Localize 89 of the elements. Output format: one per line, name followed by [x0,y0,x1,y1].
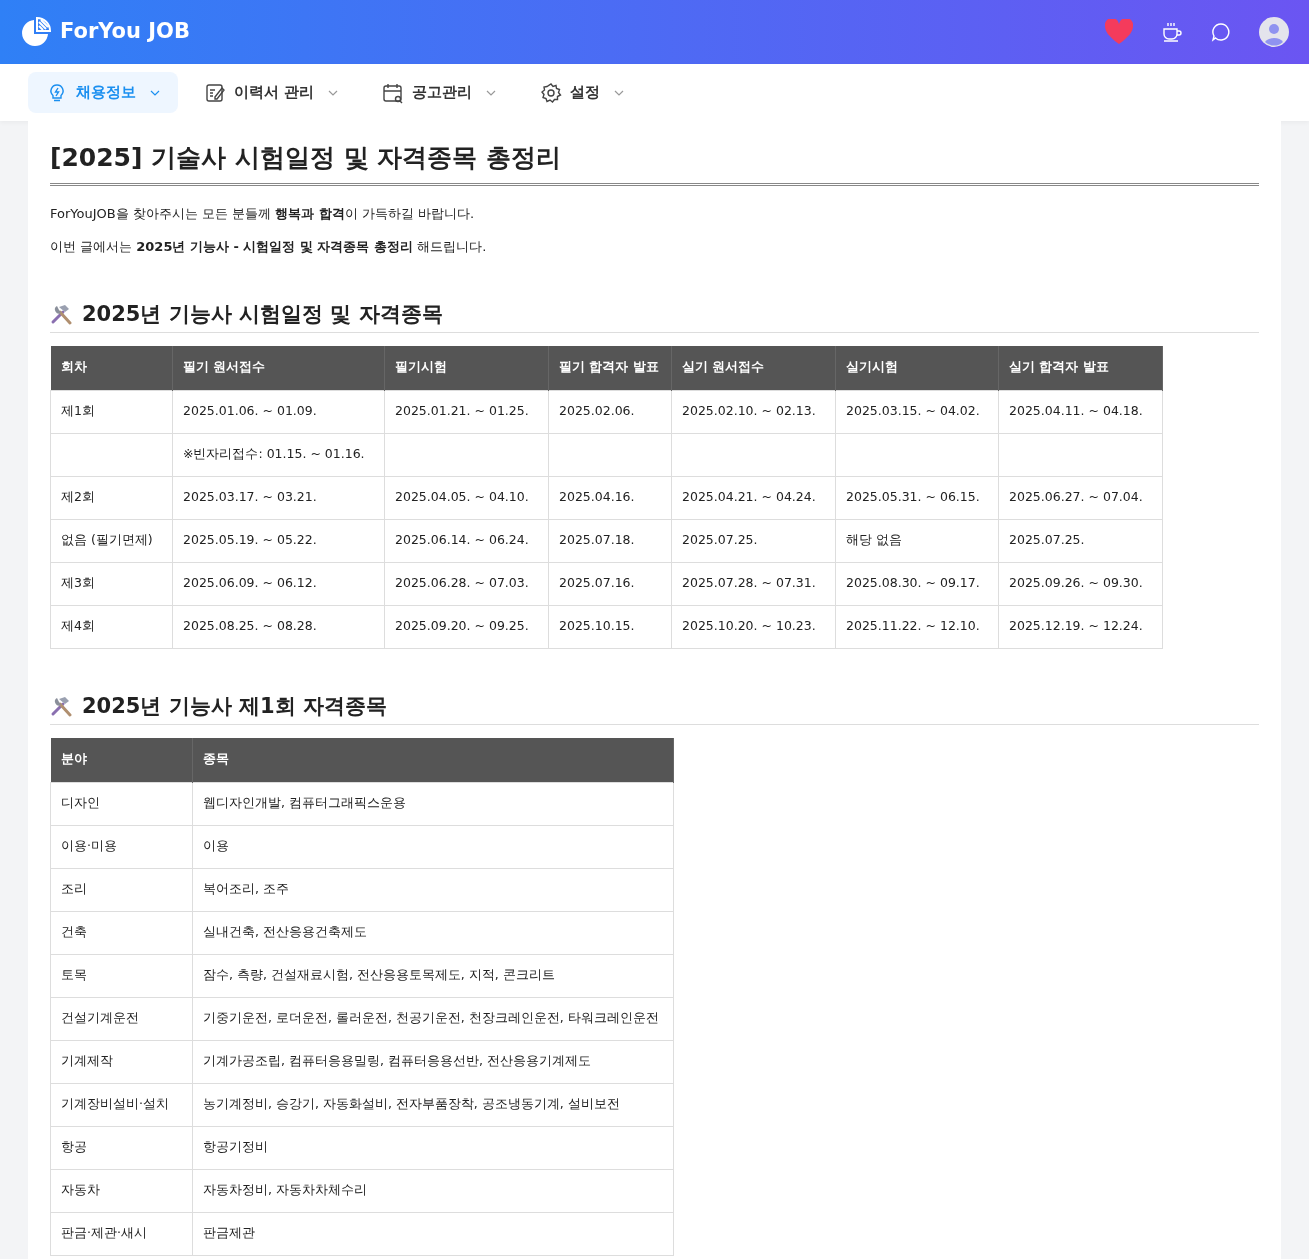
table-cell: 해당 없음 [835,519,999,562]
column-header: 실기시험 [835,346,999,390]
table-cell: 이용 [192,825,674,868]
table-cell: 2025.06.27. ~ 07.04. [998,476,1163,519]
table-cell: 2025.08.30. ~ 09.17. [835,562,999,605]
table-cell: ※빈자리접수: 01.15. ~ 01.16. [172,433,385,476]
settings-icon [540,81,563,104]
table-cell: 자동차정비, 자동차차체수리 [192,1169,674,1212]
caret-icon [328,89,339,96]
table-cell: 2025.04.11. ~ 04.18. [998,390,1163,433]
table-cell: 2025.09.26. ~ 09.30. [998,562,1163,605]
tools-icon [50,695,74,718]
table-cell: 기계제작 [50,1040,193,1083]
table-cell: 2025.09.20. ~ 09.25. [384,605,549,648]
table-cell: 자동차 [50,1169,193,1212]
table-cell: 2025.07.25. [671,519,836,562]
table-cell: 조리 [50,868,193,911]
column-header: 회차 [50,346,173,390]
table-cell: 2025.03.15. ~ 04.02. [835,390,999,433]
table-cell: 판금·제관·새시 [50,1212,193,1255]
section-heading: 2025년 기능사 시험일정 및 자격종목 [82,300,443,328]
edit-note-icon [204,81,226,104]
coffee-cup-icon[interactable] [1161,21,1183,43]
table-cell: 2025.10.20. ~ 10.23. [671,605,836,648]
table-cell: 실내건축, 전산응용건축제도 [192,911,674,954]
column-header: 필기 원서접수 [172,346,385,390]
nav-tab[interactable]: 설정 [522,72,643,113]
avatar-icon[interactable] [1259,17,1289,47]
table-cell: 2025.07.18. [548,519,672,562]
table-cell: 2025.01.21. ~ 01.25. [384,390,549,433]
column-header: 실기 원서접수 [671,346,836,390]
table-cell: 제1회 [50,390,173,433]
nav-tab[interactable]: 이력서 관리 [186,72,357,113]
table-cell: 제2회 [50,476,173,519]
table-cell: 2025.05.19. ~ 05.22. [172,519,385,562]
table-cell: 2025.01.06. ~ 01.09. [172,390,385,433]
table-cell: 판금제관 [192,1212,674,1255]
table-cell: 2025.06.28. ~ 07.03. [384,562,549,605]
table-cell: 2025.05.31. ~ 06.15. [835,476,999,519]
table-cell: 2025.03.17. ~ 03.21. [172,476,385,519]
table-cell: 2025.04.05. ~ 04.10. [384,476,549,519]
table-cell: 2025.08.25. ~ 08.28. [172,605,385,648]
section-heading: 2025년 기능사 제1회 자격종목 [82,692,387,720]
table-cell: 제3회 [50,562,173,605]
table-cell: 토목 [50,954,193,997]
column-header: 종목 [192,738,674,782]
table-cell: 항공 [50,1126,193,1169]
article-title: [2025] 기술사 시험일정 및 자격종목 총정리 [50,139,1259,186]
table-cell: 2025.07.25. [998,519,1163,562]
table-cell: 2025.07.16. [548,562,672,605]
table-cell: 이용·미용 [50,825,193,868]
calendar-search-icon [382,81,405,104]
column-header: 필기 합격자 발표 [548,346,672,390]
table-cell: 기중기운전, 로더운전, 롤러운전, 천공기운전, 천장크레인운전, 타워크레인운전 [192,997,674,1040]
table-cell: 기계가공조립, 컴퓨터응용밀링, 컴퓨터응용선반, 전산응용기계제도 [192,1040,674,1083]
table-cell: 없음 (필기면제) [50,519,173,562]
table-cell: 제4회 [50,605,173,648]
table-cell: 디자인 [50,782,193,825]
paragraph: ForYouJOB을 찾아주시는 모든 분들께 행복과 합격이 가득하길 바랍니다. [50,204,476,223]
chat-bubble-icon[interactable] [1211,22,1231,42]
table-cell: 건설기계운전 [50,997,193,1040]
column-header: 필기시험 [384,346,549,390]
column-header: 실기 합격자 발표 [998,346,1163,390]
caret-icon [150,89,160,96]
table-cell: 2025.06.09. ~ 06.12. [172,562,385,605]
table-cell: 기계장비설비·설치 [50,1083,193,1126]
caret-icon [614,89,625,96]
table-cell: 건축 [50,911,193,954]
table-cell: 2025.11.22. ~ 12.10. [835,605,999,648]
table-cell: 복어조리, 조주 [192,868,674,911]
table-cell: 농기계정비, 승강기, 자동화설비, 전자부품장착, 공조냉동기계, 설비보전 [192,1083,674,1126]
table-cell: 2025.04.21. ~ 04.24. [671,476,836,519]
table-cell: 2025.04.16. [548,476,672,519]
table-cell: 웹디자인개발, 컴퓨터그래픽스운용 [192,782,674,825]
table-cell: 2025.02.10. ~ 02.13. [671,390,836,433]
table-cell: 2025.07.28. ~ 07.31. [671,562,836,605]
paragraph: 이번 글에서는 2025년 기능사 - 시험일정 및 자격종목 총정리 해드립니다. [50,238,488,256]
caret-icon [486,89,497,96]
table-cell: 2025.02.06. [548,390,672,433]
logo-icon [20,16,52,48]
logo-text[interactable]: ForYou JOB [60,16,190,48]
nav-tab[interactable]: 공고관리 [364,72,515,113]
tools-icon [50,303,74,326]
table-cell: 2025.06.14. ~ 06.24. [384,519,549,562]
table-cell: 2025.10.15. [548,605,672,648]
table-cell: 항공기정비 [192,1126,674,1169]
table-cell: 2025.12.19. ~ 12.24. [998,605,1163,648]
column-header: 분야 [50,738,193,782]
table-cell: 잠수, 측량, 건설재료시험, 전산응용토목제도, 지적, 콘크리트 [192,954,674,997]
